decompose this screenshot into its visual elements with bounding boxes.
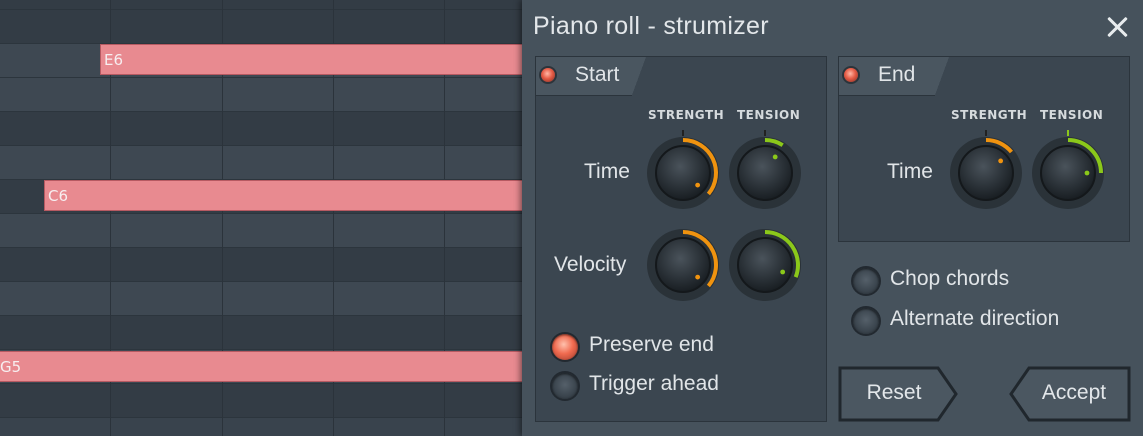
strength-column-label: STRENGTH	[648, 108, 725, 122]
end-panel: End STRENGTH TENSION Time	[838, 56, 1130, 242]
piano-roll-grid[interactable]: E6 C6 G5	[0, 0, 522, 436]
end-tab[interactable]: End	[839, 57, 949, 96]
chop-chords-radio[interactable]	[853, 268, 879, 294]
trigger-ahead-toggle[interactable]: Trigger ahead	[552, 372, 792, 404]
knob-indicator	[772, 154, 778, 160]
dialog-title: Piano roll - strumizer	[533, 12, 769, 40]
reset-button[interactable]: Reset	[838, 366, 958, 422]
tension-column-label: TENSION	[1040, 108, 1104, 122]
close-icon[interactable]	[1104, 14, 1130, 40]
end-time-tension-knob[interactable]	[1031, 136, 1105, 210]
strength-column-label: STRENGTH	[951, 108, 1028, 122]
chop-chords-toggle[interactable]: Chop chords	[853, 267, 1113, 299]
preserve-end-label: Preserve end	[589, 333, 714, 356]
tab-corner	[935, 57, 949, 95]
start-velocity-tension-knob[interactable]	[728, 228, 802, 302]
time-row-label: Time	[584, 160, 630, 183]
velocity-row-label: Velocity	[554, 253, 627, 276]
start-velocity-strength-knob[interactable]	[646, 228, 720, 302]
end-tab-label: End	[878, 63, 916, 86]
knob-graphic	[647, 229, 719, 301]
trigger-ahead-radio[interactable]	[552, 373, 578, 399]
knob-graphic	[950, 137, 1022, 209]
preserve-end-toggle[interactable]: Preserve end	[552, 333, 792, 365]
knob-graphic	[729, 229, 801, 301]
note-g5[interactable]: G5	[0, 351, 522, 382]
alternate-direction-radio[interactable]	[853, 308, 879, 334]
time-row-label: Time	[887, 160, 933, 183]
end-time-strength-knob[interactable]	[949, 136, 1023, 210]
chop-chords-label: Chop chords	[890, 267, 1010, 290]
note-label: C6	[48, 187, 69, 205]
start-enable-led[interactable]	[541, 68, 555, 82]
start-tab[interactable]: Start	[536, 57, 646, 96]
start-panel: Start STRENGTH TENSION Time Velocity Pre…	[535, 56, 827, 422]
knob-graphic	[647, 137, 719, 209]
knob-graphic	[1032, 137, 1104, 209]
note-label: E6	[104, 51, 124, 69]
knob-indicator	[695, 182, 701, 188]
start-time-tension-knob[interactable]	[728, 136, 802, 210]
note-label: G5	[0, 358, 22, 376]
note-c6[interactable]: C6	[44, 180, 522, 211]
tension-column-label: TENSION	[737, 108, 801, 122]
knob-indicator	[1084, 170, 1090, 176]
knob-graphic	[729, 137, 801, 209]
start-tab-label: Start	[575, 63, 620, 86]
start-time-strength-knob[interactable]	[646, 136, 720, 210]
knob-indicator	[998, 158, 1004, 164]
accept-button[interactable]: Accept	[1009, 366, 1131, 422]
end-enable-led[interactable]	[844, 68, 858, 82]
reset-button-label: Reset	[866, 381, 922, 404]
accept-button-label: Accept	[1041, 381, 1107, 404]
alternate-direction-toggle[interactable]: Alternate direction	[853, 307, 1123, 339]
note-e6[interactable]: E6	[100, 44, 522, 75]
strumizer-dialog: Piano roll - strumizer Start STRENGTH TE…	[522, 0, 1143, 436]
tab-corner	[632, 57, 646, 95]
knob-indicator	[695, 274, 701, 280]
preserve-end-radio[interactable]	[552, 334, 578, 360]
alternate-direction-label: Alternate direction	[890, 307, 1060, 330]
trigger-ahead-label: Trigger ahead	[589, 372, 719, 395]
knob-indicator	[780, 269, 786, 275]
